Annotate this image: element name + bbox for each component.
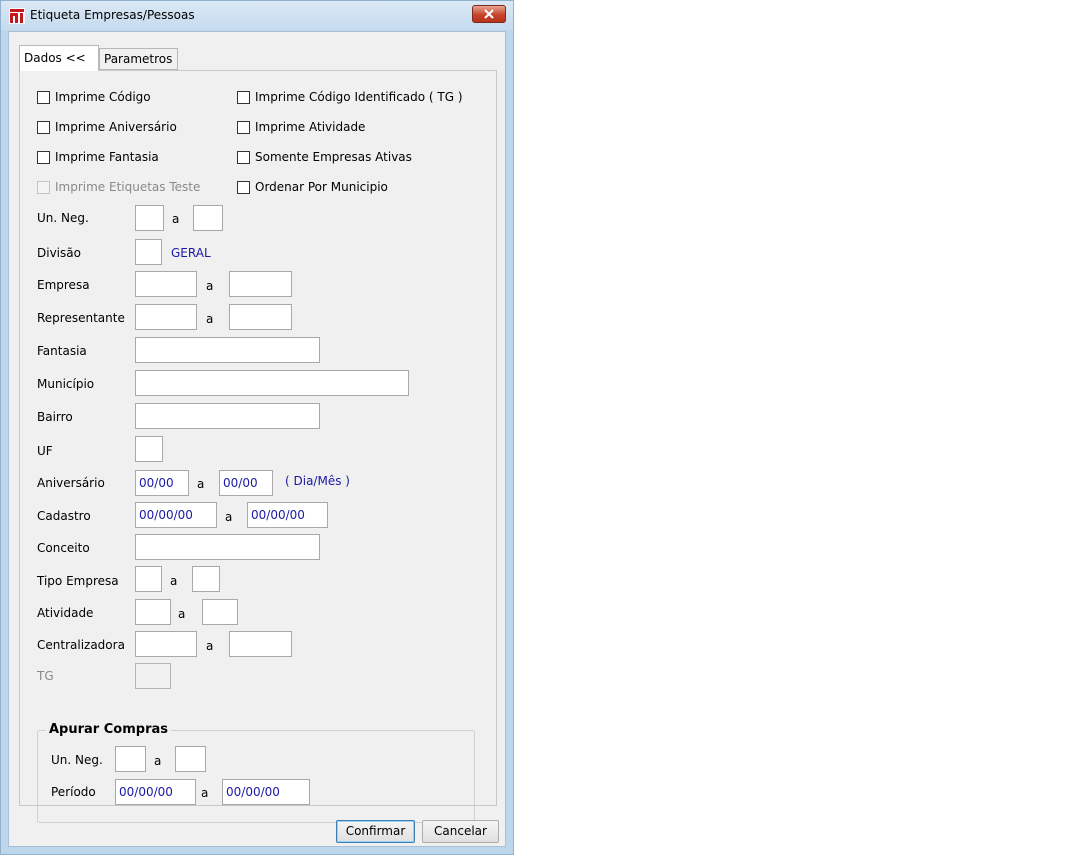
fantasia-label: Fantasia	[37, 344, 87, 358]
imprime-aniversario-checkbox[interactable]	[37, 121, 50, 134]
representante-label: Representante	[37, 311, 125, 325]
cancelar-button[interactable]: Cancelar	[422, 820, 499, 843]
tg-input	[135, 663, 171, 689]
empresa-sep: a	[206, 279, 214, 293]
somente-ativas-checkbox[interactable]	[237, 151, 250, 164]
imprime-atividade-checkbox[interactable]	[237, 121, 250, 134]
periodo-from-input[interactable]	[115, 779, 196, 805]
un-neg-to-input[interactable]	[193, 205, 223, 231]
cadastro-sep: a	[225, 510, 233, 524]
close-button[interactable]	[472, 5, 506, 23]
imprime-teste-label: Imprime Etiquetas Teste	[55, 180, 201, 194]
ordenar-municipio-checkbox[interactable]	[237, 181, 250, 194]
somente-ativas-label: Somente Empresas Ativas	[255, 150, 412, 164]
tab-parametros[interactable]: Parametros	[99, 48, 178, 70]
apurar-un-neg-sep: a	[154, 754, 162, 768]
fantasia-input[interactable]	[135, 337, 320, 363]
imprime-codigo-checkbox[interactable]	[37, 91, 50, 104]
uf-input[interactable]	[135, 436, 163, 462]
municipio-input[interactable]	[135, 370, 409, 396]
apurar-un-neg-to-input[interactable]	[175, 746, 206, 772]
centralizadora-from-input[interactable]	[135, 631, 197, 657]
imprime-atividade-label: Imprime Atividade	[255, 120, 366, 134]
aniversario-to-input[interactable]	[219, 470, 273, 496]
aniversario-from-input[interactable]	[135, 470, 189, 496]
atividade-from-input[interactable]	[135, 599, 171, 625]
centralizadora-label: Centralizadora	[37, 638, 125, 652]
imprime-teste-checkbox	[37, 181, 50, 194]
periodo-to-input[interactable]	[222, 779, 310, 805]
ordenar-municipio-label: Ordenar Por Municipio	[255, 180, 388, 194]
tab-dados[interactable]: Dados <<	[19, 45, 99, 71]
atividade-to-input[interactable]	[202, 599, 238, 625]
dialog-body: Dados << Parametros Imprime Código Impri…	[8, 31, 506, 847]
close-icon	[484, 9, 494, 19]
tipo-empresa-from-input[interactable]	[135, 566, 162, 592]
confirmar-button[interactable]: Confirmar	[336, 820, 415, 843]
tipo-empresa-to-input[interactable]	[192, 566, 220, 592]
un-neg-sep: a	[172, 212, 180, 226]
centralizadora-sep: a	[206, 639, 214, 653]
cadastro-to-input[interactable]	[247, 502, 328, 528]
aniversario-label: Aniversário	[37, 476, 105, 490]
empresa-from-input[interactable]	[135, 271, 197, 297]
uf-label: UF	[37, 444, 53, 458]
representante-sep: a	[206, 312, 214, 326]
apurar-compras-group: Apurar Compras Un. Neg. a Período a	[37, 722, 475, 823]
imprime-codigo-tg-label: Imprime Código Identificado ( TG )	[255, 90, 463, 104]
window-title: Etiqueta Empresas/Pessoas	[30, 8, 195, 22]
divisao-value: GERAL	[171, 246, 211, 260]
tipo-empresa-label: Tipo Empresa	[37, 574, 119, 588]
divisao-input[interactable]	[135, 239, 162, 265]
bairro-input[interactable]	[135, 403, 320, 429]
apurar-compras-title: Apurar Compras	[46, 722, 171, 737]
atividade-label: Atividade	[37, 606, 94, 620]
tab-panel-dados: Imprime Código Imprime Código Identifica…	[19, 70, 497, 823]
tg-label: TG	[37, 669, 54, 683]
representante-to-input[interactable]	[229, 304, 292, 330]
imprime-codigo-tg-checkbox[interactable]	[237, 91, 250, 104]
empresa-to-input[interactable]	[229, 271, 292, 297]
title-bar[interactable]: Etiqueta Empresas/Pessoas	[1, 1, 513, 30]
cadastro-from-input[interactable]	[135, 502, 217, 528]
imprime-fantasia-label: Imprime Fantasia	[55, 150, 159, 164]
app-logo-icon	[9, 8, 25, 24]
divisao-label: Divisão	[37, 246, 81, 260]
aniversario-hint: ( Dia/Mês )	[285, 474, 350, 488]
representante-from-input[interactable]	[135, 304, 197, 330]
conceito-input[interactable]	[135, 534, 320, 560]
cadastro-label: Cadastro	[37, 509, 91, 523]
imprime-codigo-label: Imprime Código	[55, 90, 151, 104]
periodo-sep: a	[201, 786, 209, 800]
apurar-un-neg-label: Un. Neg.	[51, 753, 103, 767]
municipio-label: Município	[37, 377, 95, 391]
tipo-empresa-sep: a	[170, 574, 178, 588]
centralizadora-to-input[interactable]	[229, 631, 292, 657]
atividade-sep: a	[178, 607, 186, 621]
conceito-label: Conceito	[37, 541, 90, 555]
imprime-fantasia-checkbox[interactable]	[37, 151, 50, 164]
periodo-label: Período	[51, 785, 96, 799]
empresa-label: Empresa	[37, 278, 90, 292]
apurar-un-neg-from-input[interactable]	[115, 746, 146, 772]
dialog-window: Etiqueta Empresas/Pessoas Dados << Param…	[0, 0, 514, 855]
un-neg-label: Un. Neg.	[37, 211, 89, 225]
imprime-aniversario-label: Imprime Aniversário	[55, 120, 177, 134]
bairro-label: Bairro	[37, 410, 73, 424]
un-neg-from-input[interactable]	[135, 205, 164, 231]
aniversario-sep: a	[197, 477, 205, 491]
